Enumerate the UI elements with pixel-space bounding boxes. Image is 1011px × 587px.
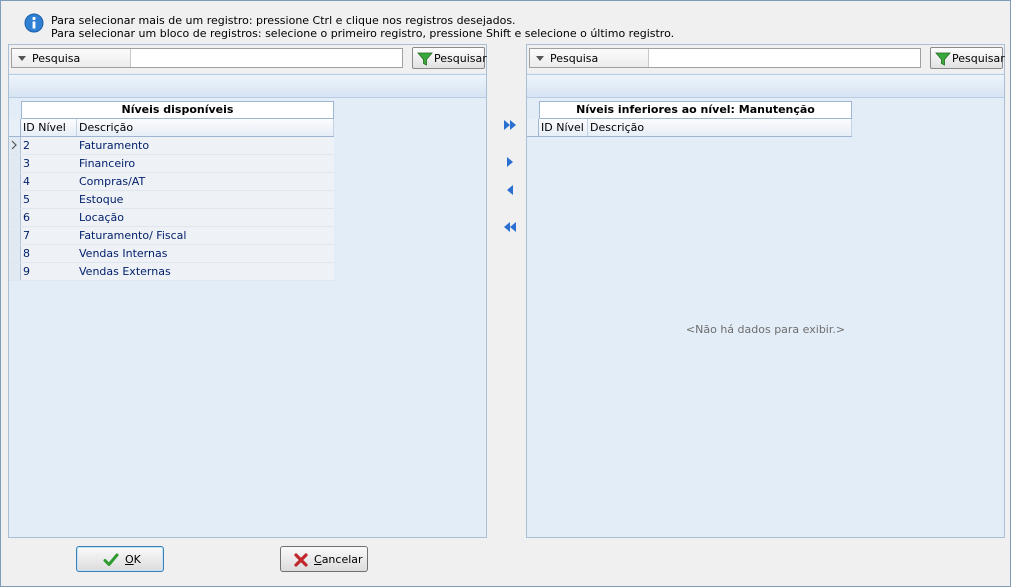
right-search-field-dropdown[interactable]: Pesquisa	[530, 49, 649, 67]
move-all-right-icon[interactable]	[502, 118, 518, 132]
sublevels-panel: Pesquisa Pesquisar Níveis inferiores ao …	[526, 44, 1005, 538]
chevron-down-icon	[18, 56, 26, 61]
right-grid-band-title: Níveis inferiores ao nível: Manutenção	[539, 101, 852, 119]
left-search-button-label: Pesquisar	[434, 52, 487, 65]
info-text: Para selecionar mais de um registro: pre…	[51, 14, 674, 40]
cell-id: 4	[23, 175, 30, 188]
cell-id: 7	[23, 229, 30, 242]
chevron-down-icon	[536, 56, 544, 61]
table-row[interactable]: 2 Faturamento	[9, 137, 334, 155]
cell-description: Estoque	[79, 193, 124, 206]
left-col-id-header[interactable]: ID Nível	[21, 119, 77, 136]
left-search-field[interactable]: Pesquisa	[11, 48, 403, 68]
right-search-row: Pesquisa Pesquisar	[527, 45, 1005, 73]
left-search-field-dropdown[interactable]: Pesquisa	[12, 49, 131, 67]
cell-description: Financeiro	[79, 157, 136, 170]
row-indicator[interactable]	[9, 227, 21, 244]
table-row[interactable]: 4 Compras/AT	[9, 173, 334, 191]
cell-description: Faturamento	[79, 139, 150, 152]
move-right-icon[interactable]	[502, 155, 518, 169]
left-search-label: Pesquisa	[32, 52, 81, 65]
cell-id: 8	[23, 247, 30, 260]
ok-button-label: OK	[125, 553, 141, 566]
close-icon	[294, 553, 308, 567]
table-row[interactable]: 6 Locação	[9, 209, 334, 227]
row-indicator[interactable]	[9, 173, 21, 190]
cell-id: 6	[23, 211, 30, 224]
chevron-right-icon	[11, 140, 17, 150]
cell-description: Vendas Externas	[79, 265, 171, 278]
filter-icon	[417, 52, 433, 66]
info-icon	[24, 13, 44, 33]
left-search-button[interactable]: Pesquisar	[412, 47, 487, 69]
cell-description: Compras/AT	[79, 175, 146, 188]
right-search-button[interactable]: Pesquisar	[930, 47, 1005, 69]
table-row[interactable]: 9 Vendas Externas	[9, 263, 334, 281]
row-indicator[interactable]	[9, 263, 21, 280]
cell-description: Faturamento/ Fiscal	[79, 229, 187, 242]
row-indicator[interactable]	[9, 191, 21, 208]
left-grid-band-title: Níveis disponíveis	[21, 101, 334, 119]
check-icon	[103, 553, 119, 566]
move-left-icon[interactable]	[502, 183, 518, 197]
cancel-button-label: Cancelar	[314, 553, 363, 566]
right-search-label: Pesquisa	[550, 52, 599, 65]
ok-button[interactable]: OK	[76, 546, 164, 572]
right-col-desc-header[interactable]: Descrição	[588, 119, 852, 136]
row-indicator[interactable]	[9, 155, 21, 172]
current-row-indicator[interactable]	[9, 137, 21, 154]
info-line-2: Para selecionar um bloco de registros: s…	[51, 27, 675, 40]
right-header-indicator	[527, 119, 539, 136]
info-line-1: Para selecionar mais de um registro: pre…	[51, 14, 516, 27]
cell-id: 3	[23, 157, 30, 170]
empty-grid-message: <Não há dados para exibir.>	[685, 323, 846, 336]
left-search-row: Pesquisa Pesquisar	[9, 45, 487, 73]
filter-icon	[935, 52, 951, 66]
table-row[interactable]: 3 Financeiro	[9, 155, 334, 173]
right-search-field[interactable]: Pesquisa	[529, 48, 921, 68]
row-indicator[interactable]	[9, 209, 21, 226]
left-group-bar	[9, 74, 486, 98]
cell-id: 9	[23, 265, 30, 278]
right-grid-header: ID Nível Descrição	[527, 119, 852, 137]
cell-id: 5	[23, 193, 30, 206]
right-search-button-label: Pesquisar	[952, 52, 1005, 65]
right-col-id-header[interactable]: ID Nível	[539, 119, 588, 136]
cell-description: Vendas Internas	[79, 247, 168, 260]
left-col-desc-header[interactable]: Descrição	[77, 119, 334, 136]
available-levels-panel: Pesquisa Pesquisar Níveis disponíveis ID…	[8, 44, 487, 538]
table-row[interactable]: 5 Estoque	[9, 191, 334, 209]
cancel-button[interactable]: Cancelar	[280, 546, 368, 572]
left-header-indicator	[9, 119, 21, 136]
move-all-left-icon[interactable]	[502, 220, 518, 234]
table-row[interactable]: 8 Vendas Internas	[9, 245, 334, 263]
cell-description: Locação	[79, 211, 124, 224]
right-group-bar	[527, 74, 1004, 98]
row-indicator[interactable]	[9, 245, 21, 262]
cell-id: 2	[23, 139, 30, 152]
table-row[interactable]: 7 Faturamento/ Fiscal	[9, 227, 334, 245]
left-grid-header: ID Nível Descrição	[9, 119, 334, 137]
